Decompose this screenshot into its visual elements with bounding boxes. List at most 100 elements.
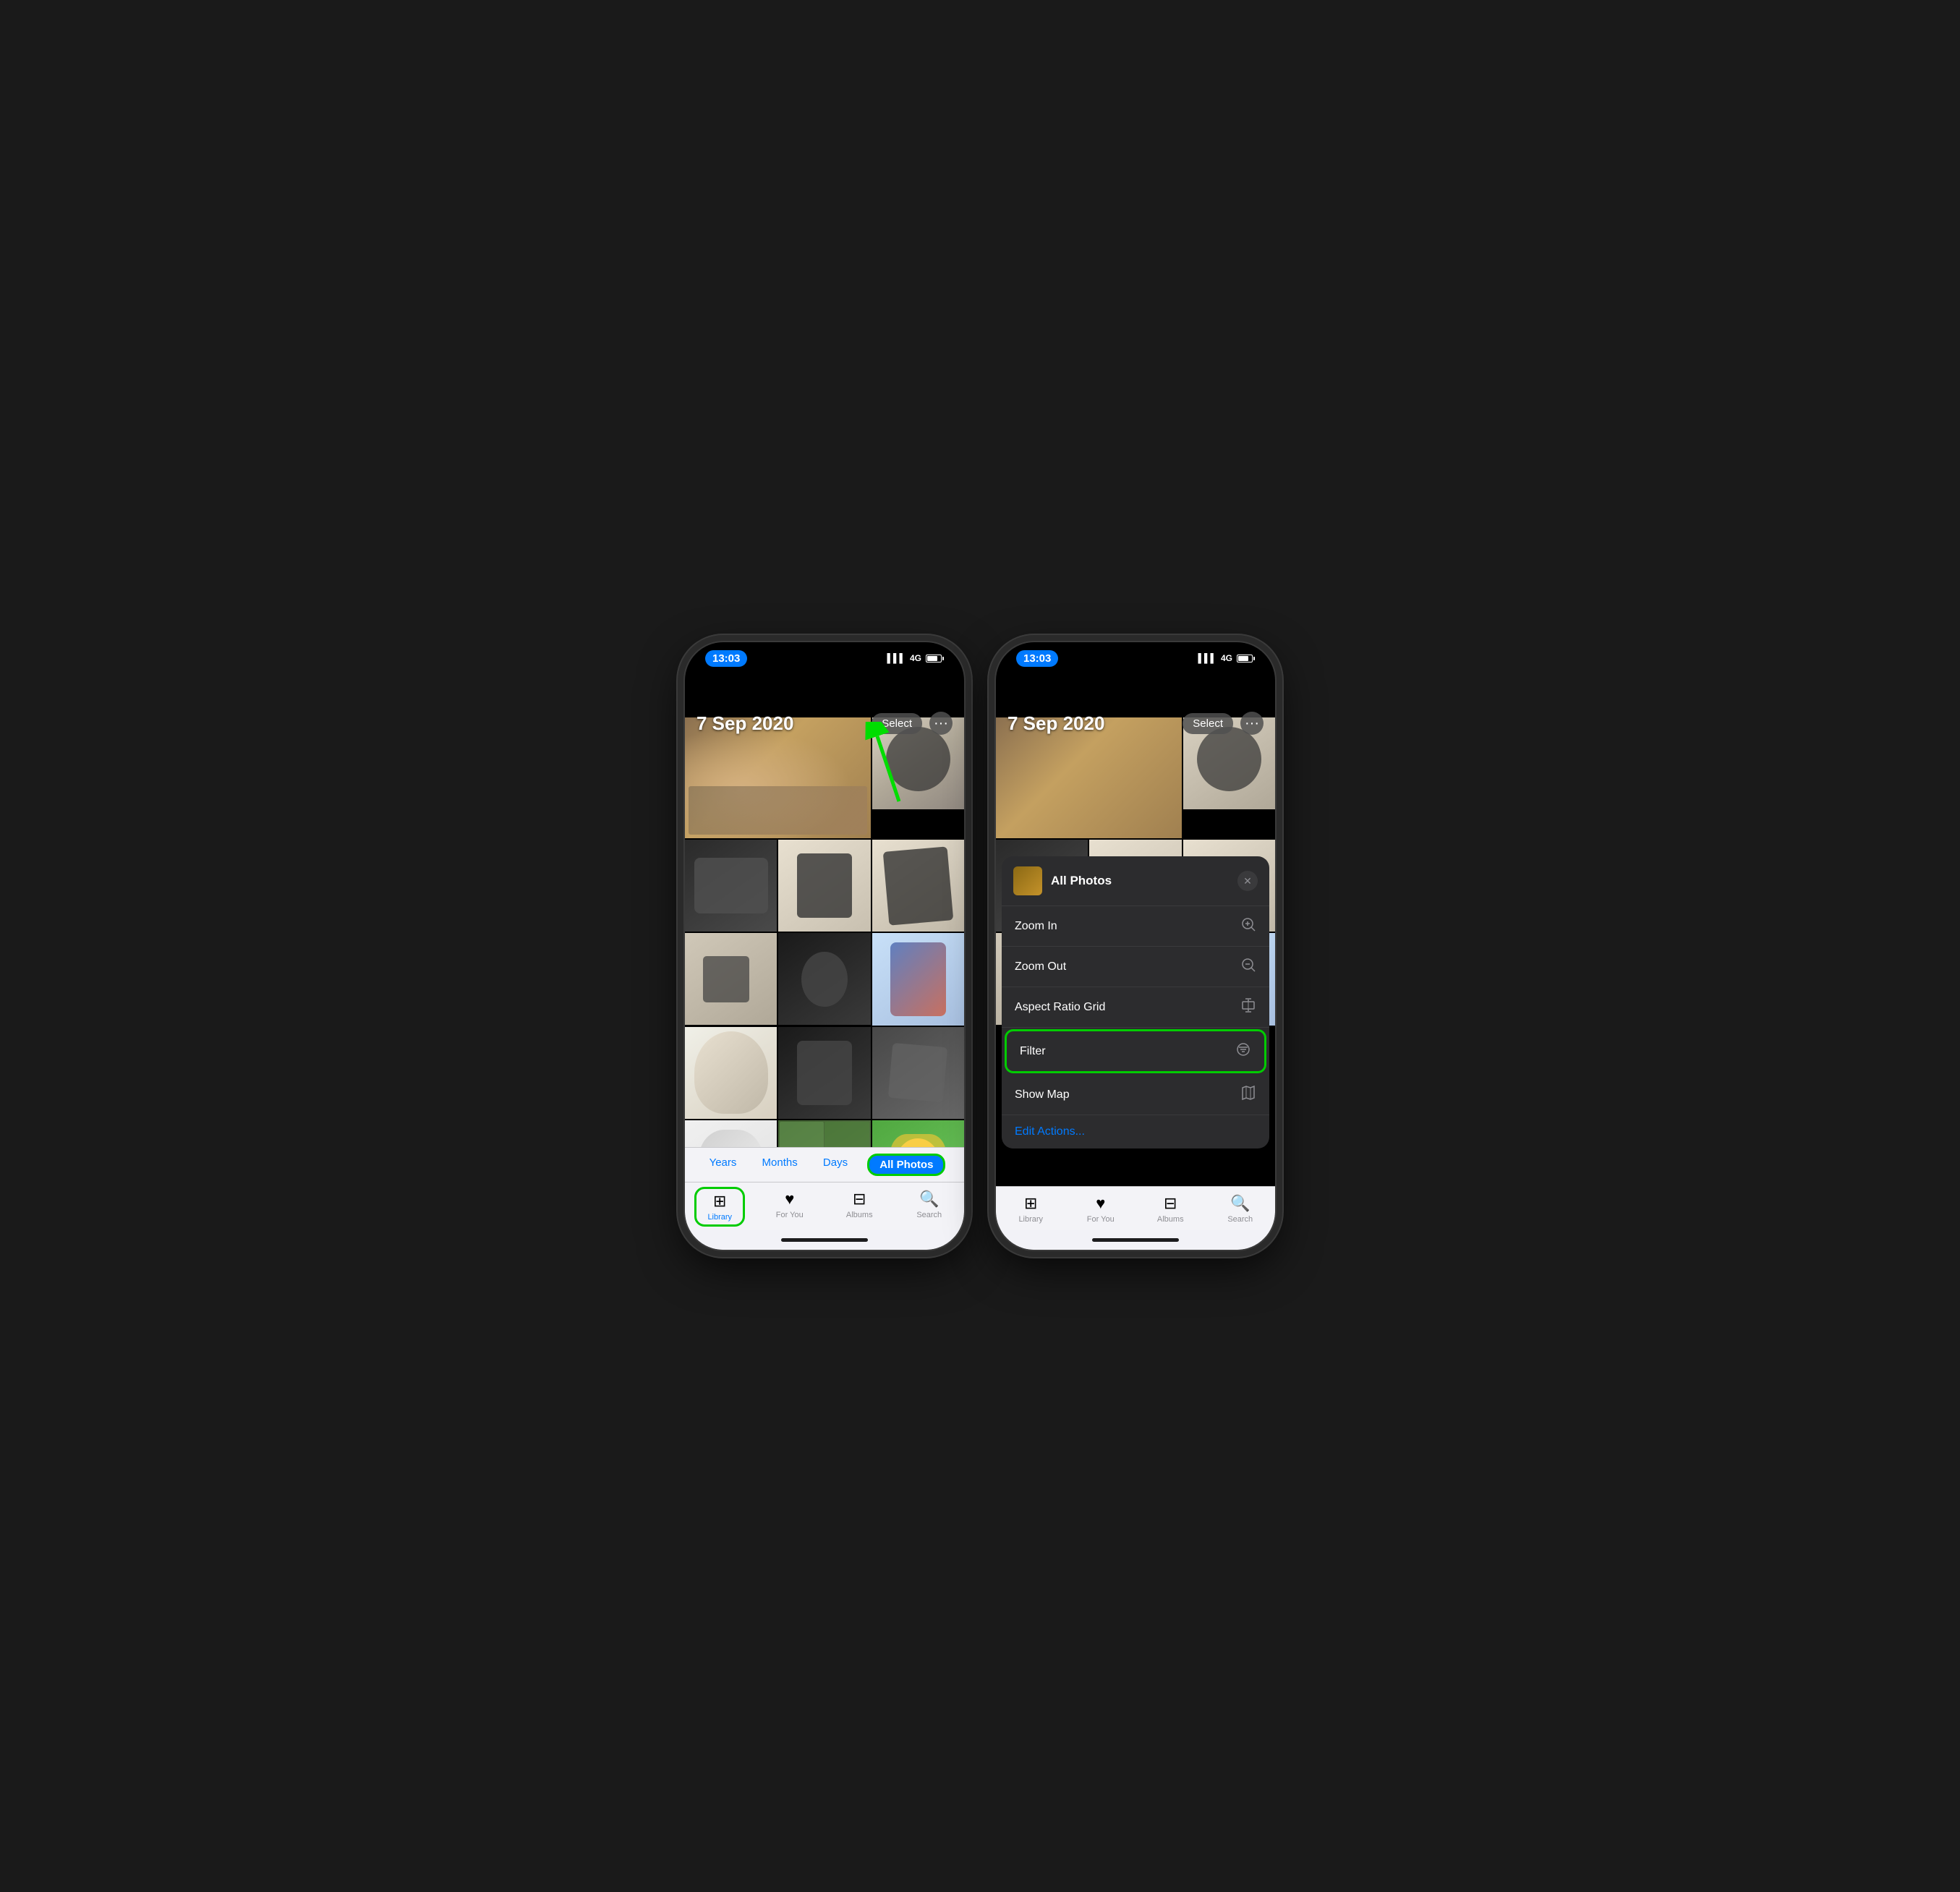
context-menu-header: All Photos ✕: [1002, 856, 1269, 906]
context-menu-close-button[interactable]: ✕: [1237, 871, 1258, 891]
menu-aspect-ratio-label: Aspect Ratio Grid: [1015, 1001, 1105, 1014]
photo-cell-10[interactable]: [685, 1027, 777, 1119]
menu-item-show-map[interactable]: Show Map: [1002, 1075, 1269, 1115]
library-icon: ⊞: [713, 1192, 726, 1211]
nav-albums-right[interactable]: ⊟ Albums: [1145, 1191, 1196, 1227]
battery-icon: [926, 655, 944, 662]
foryou-icon-right: ♥: [1096, 1194, 1105, 1213]
status-time-right: 13:03: [1016, 650, 1058, 667]
select-button-right[interactable]: Select: [1183, 713, 1233, 734]
photo-date-left: 7 Sep 2020: [696, 712, 793, 735]
phones-container: 13:03 ▌▌▌ 4G 7 Sep 2020 Select: [683, 641, 1277, 1251]
nav-albums-label: Albums: [846, 1211, 873, 1219]
home-indicator-left: [685, 1230, 964, 1250]
photo-cell-6[interactable]: [872, 840, 964, 932]
tab-years[interactable]: Years: [704, 1154, 743, 1176]
nav-library-label-right: Library: [1018, 1215, 1043, 1224]
photo-cell-4[interactable]: [685, 840, 777, 932]
edit-actions-link[interactable]: Edit Actions...: [1002, 1115, 1269, 1149]
header-actions-right: Select ···: [1183, 712, 1264, 735]
select-button-left[interactable]: Select: [872, 713, 922, 734]
photo-cell-14[interactable]: Enjoying the play area on the farm: [778, 1120, 870, 1149]
context-menu-title: All Photos: [1051, 874, 1229, 888]
header-actions-left: Select ···: [872, 712, 953, 735]
nav-library[interactable]: ⊞ Library: [694, 1187, 745, 1227]
photo-cell-8[interactable]: [778, 933, 870, 1025]
nav-albums-label-right: Albums: [1157, 1215, 1184, 1224]
home-indicator-right: [996, 1230, 1275, 1250]
right-phone-inner: 13:03 ▌▌▌ 4G 7 Sep 2020 Select ···: [996, 642, 1275, 1250]
left-phone: 13:03 ▌▌▌ 4G 7 Sep 2020 Select: [683, 641, 966, 1251]
close-icon: ✕: [1243, 875, 1252, 887]
foryou-icon: ♥: [785, 1190, 794, 1209]
photo-cell-13[interactable]: 0:10: [685, 1120, 777, 1149]
albums-icon-right: ⊟: [1164, 1194, 1177, 1213]
photo-cell-5[interactable]: [778, 840, 870, 932]
tab-months[interactable]: Months: [757, 1154, 804, 1176]
notch-right: [1081, 642, 1190, 664]
nav-library-right[interactable]: ⊞ Library: [1005, 1191, 1056, 1227]
map-icon: [1240, 1085, 1256, 1104]
photo-header-right: 7 Sep 2020 Select ···: [996, 706, 1275, 741]
photo-cell-9[interactable]: [872, 933, 964, 1025]
zoom-out-icon: [1240, 957, 1256, 976]
nav-foryou-label: For You: [776, 1211, 804, 1219]
home-bar-right: [1092, 1238, 1179, 1242]
menu-item-zoom-out[interactable]: Zoom Out: [1002, 947, 1269, 987]
zoom-in-icon: [1240, 916, 1256, 936]
bottom-nav-right: ⊞ Library ♥ For You ⊟ Albums 🔍 Search: [996, 1187, 1275, 1230]
tab-bar-section-right: ⊞ Library ♥ For You ⊟ Albums 🔍 Search: [996, 1186, 1275, 1250]
tab-days[interactable]: Days: [817, 1154, 853, 1176]
more-button-right[interactable]: ···: [1240, 712, 1264, 735]
albums-icon: ⊟: [853, 1190, 866, 1209]
nav-foryou-right[interactable]: ♥ For You: [1075, 1191, 1126, 1227]
menu-item-filter[interactable]: Filter: [1005, 1029, 1266, 1073]
nav-albums[interactable]: ⊟ Albums: [834, 1187, 885, 1227]
library-icon-right: ⊞: [1024, 1194, 1037, 1213]
photo-grid-area: 7 Sep 2020 Select ···: [685, 674, 964, 1149]
menu-item-zoom-in[interactable]: Zoom In: [1002, 906, 1269, 947]
menu-item-aspect-ratio[interactable]: Aspect Ratio Grid: [1002, 987, 1269, 1028]
left-phone-inner: 13:03 ▌▌▌ 4G 7 Sep 2020 Select: [685, 642, 964, 1250]
tab-bar-section-left: Years Months Days All Photos ⊞ Library ♥…: [685, 1147, 964, 1250]
photo-cell-15[interactable]: [872, 1120, 964, 1149]
nav-foryou[interactable]: ♥ For You: [764, 1187, 815, 1227]
menu-show-map-label: Show Map: [1015, 1088, 1070, 1101]
signal-type: 4G: [910, 653, 921, 663]
menu-filter-label: Filter: [1020, 1045, 1046, 1058]
nav-library-label: Library: [707, 1213, 732, 1222]
menu-zoom-out-label: Zoom Out: [1015, 960, 1066, 973]
context-menu: All Photos ✕ Zoom In: [1002, 856, 1269, 1149]
aspect-ratio-icon: [1240, 997, 1256, 1017]
photo-header-left: 7 Sep 2020 Select ···: [685, 706, 964, 741]
nav-search-label: Search: [916, 1211, 942, 1219]
status-icons-right: ▌▌▌ 4G: [1198, 653, 1255, 663]
nav-foryou-label-right: For You: [1087, 1215, 1115, 1224]
tab-allphotos[interactable]: All Photos: [867, 1154, 945, 1176]
nav-search[interactable]: 🔍 Search: [904, 1187, 955, 1227]
photo-cell-12[interactable]: [872, 1027, 964, 1119]
bottom-nav-left: ⊞ Library ♥ For You ⊟ Albums 🔍 Search: [685, 1182, 964, 1230]
nav-search-label-right: Search: [1227, 1215, 1253, 1224]
signal-icon-right: ▌▌▌: [1198, 653, 1217, 663]
menu-zoom-in-label: Zoom In: [1015, 920, 1057, 933]
photo-grid: 0:10 Enjoying the play area on the farm: [685, 717, 964, 1149]
nav-search-right[interactable]: 🔍 Search: [1215, 1191, 1266, 1227]
more-button-left[interactable]: ···: [929, 712, 953, 735]
filter-icon: [1235, 1041, 1251, 1061]
status-icons-left: ▌▌▌ 4G: [887, 653, 944, 663]
home-bar-left: [781, 1238, 868, 1242]
signal-icon: ▌▌▌: [887, 653, 906, 663]
search-icon: 🔍: [919, 1190, 939, 1209]
search-icon-right: 🔍: [1230, 1194, 1250, 1213]
photo-date-right: 7 Sep 2020: [1007, 712, 1104, 735]
right-phone: 13:03 ▌▌▌ 4G 7 Sep 2020 Select ···: [994, 641, 1277, 1251]
status-time-left: 13:03: [705, 650, 747, 667]
signal-type-right: 4G: [1221, 653, 1232, 663]
photo-cell-7[interactable]: [685, 933, 777, 1025]
photo-cell-11[interactable]: [778, 1027, 870, 1119]
photo-type-tabs: Years Months Days All Photos: [685, 1148, 964, 1182]
notch: [770, 642, 879, 664]
context-menu-thumbnail: [1013, 866, 1042, 895]
battery-icon-right: [1237, 655, 1255, 662]
